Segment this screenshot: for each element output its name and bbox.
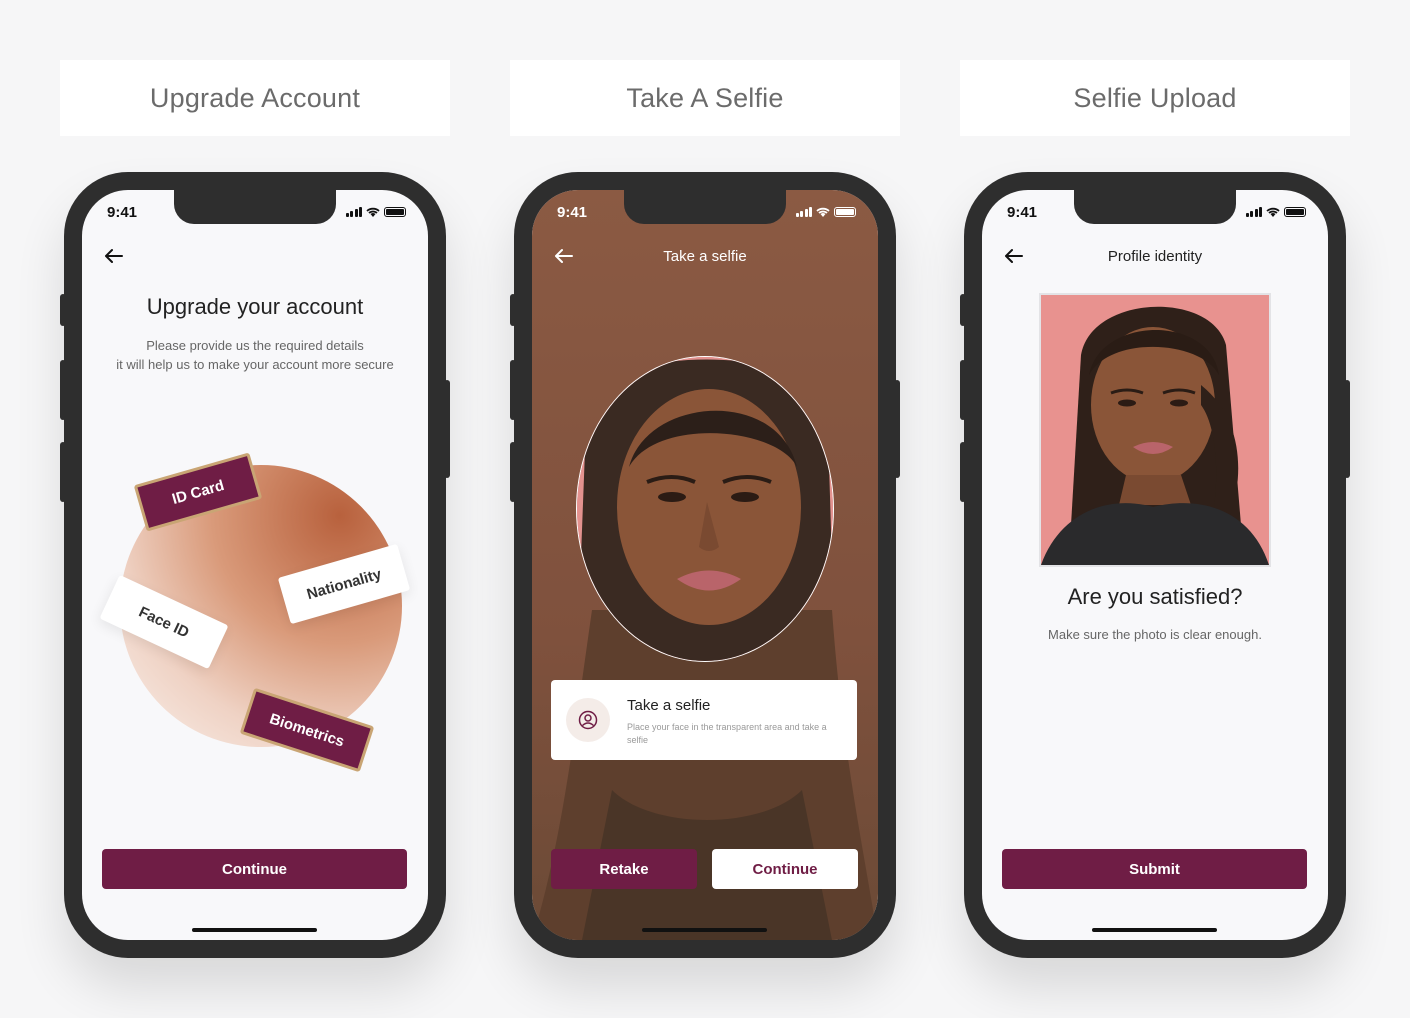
status-icons: [345, 207, 406, 217]
screen-take-selfie: 9:41 Take a selfie Take a selfie Place y…: [532, 190, 878, 940]
battery-icon: [834, 207, 856, 217]
screen-selfie-upload: 9:41 Profile identity Are you satisfied?…: [982, 190, 1328, 940]
phone-upgrade-account: 9:41 Upgrade your account Please provide…: [60, 172, 450, 958]
phone-selfie-upload: 9:41 Profile identity Are you satisfied?…: [960, 172, 1350, 958]
nav-title: Take a selfie: [663, 248, 747, 265]
status-icons: [1245, 207, 1306, 217]
notch: [1074, 190, 1236, 224]
page-heading: Upgrade your account: [146, 294, 364, 319]
selfie-photo: [1039, 293, 1271, 567]
satisfaction-question: Are you satisfied?: [1067, 584, 1243, 609]
screen-upgrade-account: 9:41 Upgrade your account Please provide…: [82, 190, 428, 940]
face-frame-oval: [576, 356, 834, 662]
continue-button[interactable]: Continue: [712, 849, 858, 889]
card-text: Place your face in the transparent area …: [627, 722, 827, 745]
card-title: Take a selfie: [627, 697, 711, 714]
face-image: [577, 357, 833, 661]
status-time: 9:41: [107, 204, 138, 221]
signal-icon: [345, 207, 362, 217]
selfie-instruction-card: Take a selfie Place your face in the tra…: [551, 680, 857, 760]
status-time: 9:41: [557, 204, 588, 221]
home-indicator: [1092, 928, 1217, 932]
subtitle-line-1: Please provide us the required details: [146, 338, 364, 353]
wifi-icon: [366, 207, 380, 217]
photo-hint: Make sure the photo is clear enough.: [1048, 627, 1262, 642]
retake-button[interactable]: Retake: [551, 849, 697, 889]
wifi-icon: [1266, 207, 1280, 217]
panel-title-upload: Selfie Upload: [960, 60, 1350, 136]
continue-button[interactable]: Continue: [102, 849, 407, 889]
battery-icon: [384, 207, 406, 217]
status-time: 9:41: [1007, 204, 1038, 221]
user-circle-icon: [566, 698, 610, 742]
battery-icon: [1284, 207, 1306, 217]
panel-title-selfie: Take A Selfie: [510, 60, 900, 136]
status-icons: [795, 207, 856, 217]
signal-icon: [795, 207, 812, 217]
phone-take-selfie: 9:41 Take a selfie Take a selfie Place y…: [510, 172, 900, 958]
signal-icon: [1245, 207, 1262, 217]
page-subtitle: Please provide us the required details i…: [82, 336, 428, 374]
notch: [174, 190, 336, 224]
subtitle-line-2: it will help us to make your account mor…: [116, 357, 394, 372]
submit-button[interactable]: Submit: [1002, 849, 1307, 889]
nav-title: Profile identity: [1107, 248, 1203, 265]
wifi-icon: [816, 207, 830, 217]
home-indicator: [192, 928, 317, 932]
back-arrow-icon[interactable]: [104, 248, 124, 264]
notch: [624, 190, 786, 224]
panel-title-upgrade: Upgrade Account: [60, 60, 450, 136]
home-indicator: [642, 928, 767, 932]
